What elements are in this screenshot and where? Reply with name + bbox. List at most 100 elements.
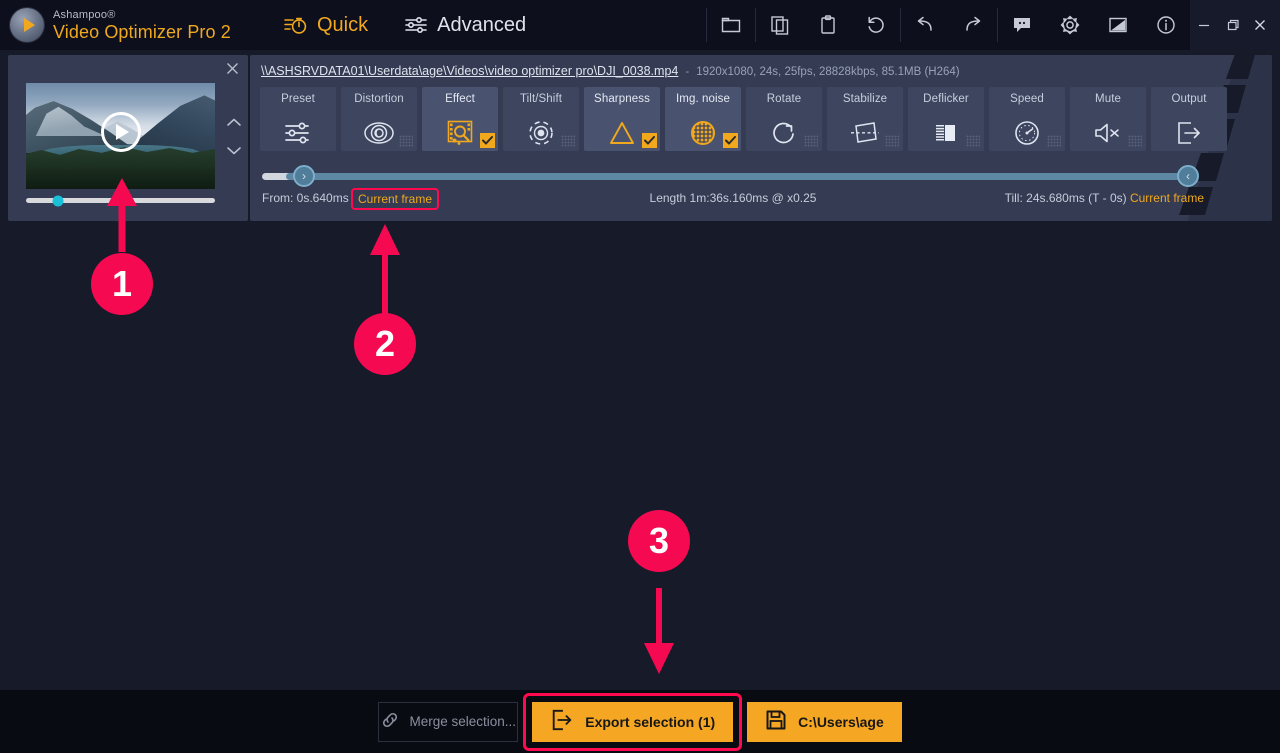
tool-options-dots [399,135,413,147]
tool-sharpness[interactable]: Sharpness [584,87,660,151]
theme-icon [1108,16,1128,34]
copy-icon [770,15,790,35]
tool-label: Effect [445,93,475,105]
play-button[interactable] [100,111,141,152]
tool-enabled-checkbox[interactable] [480,133,495,148]
tool-effect[interactable]: Effect [422,87,498,151]
export-selection-button[interactable]: Export selection (1) [532,701,734,742]
output-folder-label: C:\Users\age [798,713,884,730]
from-current-frame-button[interactable]: Current frame [351,188,440,210]
timeline-track[interactable] [286,173,1180,180]
chevron-down-icon[interactable] [226,143,242,161]
tool-output[interactable]: Output [1151,87,1227,151]
tool-speed[interactable]: Speed [989,87,1065,151]
rotate-icon [767,118,801,148]
clipboard-icon [818,15,838,35]
till-current-frame-button[interactable]: Current frame [1130,191,1204,205]
tool-label: Tilt/Shift [519,93,563,105]
tool-preset[interactable]: Preset [260,87,336,151]
trim-timeline[interactable]: › ‹ [262,165,1204,187]
annotation-number: 1 [111,263,133,304]
seek-knob[interactable] [52,195,64,206]
tool-tilt-shift[interactable]: Tilt/Shift [503,87,579,151]
open-folder-button[interactable] [707,0,755,50]
annotation-number: 2 [374,323,396,364]
tool-distortion[interactable]: Distortion [341,87,417,151]
mute-icon [1091,118,1125,148]
minimize-button[interactable] [1190,0,1218,50]
open-folder-icon [721,16,741,34]
tab-quick-label: Quick [317,13,369,36]
tool-options-dots [1128,135,1142,147]
tool-img-noise[interactable]: Img. noise [665,87,741,151]
close-button[interactable] [1246,0,1274,50]
theme-button[interactable] [1094,0,1142,50]
tool-label: Output [1171,93,1207,105]
tab-advanced[interactable]: Advanced [390,0,540,50]
annotation-badge-1: 1 [91,253,153,315]
titlebar-tool-group-file [706,0,901,50]
clip-nav [226,115,242,161]
brand-product: Video Optimizer Pro 2 [53,21,231,42]
close-clip-button[interactable] [220,57,244,79]
info-button[interactable] [1142,0,1190,50]
link-icon [380,710,400,733]
video-thumbnail[interactable] [26,83,215,189]
annotation-arrow-1 [107,178,137,252]
speedometer-icon [1010,118,1044,148]
merge-selection-button[interactable]: Merge selection... [378,701,519,742]
annotation-badge-3: 3 [628,510,690,572]
deflicker-icon [929,118,963,148]
sliders-icon [404,15,428,35]
triangle-icon [605,118,639,148]
feedback-icon [1012,16,1032,34]
settings-button[interactable] [1046,0,1094,50]
titlebar-tool-group-history [901,0,998,50]
feedback-button[interactable] [998,0,1046,50]
tool-enabled-checkbox[interactable] [723,133,738,148]
titlebar-tool-group-app [998,0,1190,50]
tool-stabilize[interactable]: Stabilize [827,87,903,151]
export-button-wrapper: Export selection (1) [523,692,743,751]
output-folder-button[interactable]: C:\Users\age [747,701,902,742]
focus-dot-icon [524,118,558,148]
timeline-end-handle[interactable]: ‹ [1177,165,1199,187]
tool-mute[interactable]: Mute [1070,87,1146,151]
tab-quick[interactable]: Quick [270,0,382,50]
annotation-arrow-3 [644,588,674,674]
file-path-link[interactable]: \\ASHSRVDATA01\Userdata\age\Videos\video… [261,64,678,78]
floppy-disk-icon [765,709,787,734]
tab-advanced-label: Advanced [437,13,527,36]
undo-icon [914,16,936,34]
export-icon [1172,118,1206,148]
maximize-button[interactable] [1218,0,1246,50]
tool-label: Speed [1010,93,1044,105]
window-controls [1190,0,1280,50]
lens-eye-icon [362,118,396,148]
tool-deflicker[interactable]: Deflicker [908,87,984,151]
timeline-length-label: Length 1m:36s.160ms @ x0.25 [649,191,817,205]
copy-button[interactable] [756,0,804,50]
timeline-start-handle[interactable]: › [293,165,315,187]
chevron-up-icon[interactable] [226,115,242,133]
paste-button[interactable] [804,0,852,50]
clip-editor-panel: \\ASHSRVDATA01\Userdata\age\Videos\video… [250,55,1272,221]
tool-label: Sharpness [594,93,650,105]
tool-label: Img. noise [675,93,731,105]
tool-enabled-checkbox[interactable] [642,133,657,148]
tool-label: Rotate [766,93,802,105]
redo-button[interactable] [949,0,997,50]
app-logo-icon [10,8,44,42]
bottom-action-bar: Merge selection... Export selection (1) … [0,690,1280,753]
settings-gear-icon [1060,15,1080,35]
tool-options-dots [966,135,980,147]
timeline-till-label: Till: 24s.680ms (T - 0s) [1004,191,1127,205]
merge-selection-label: Merge selection... [409,714,517,729]
stopwatch-icon [284,15,308,35]
annotation-number: 3 [648,520,670,561]
tool-rotate[interactable]: Rotate [746,87,822,151]
undo-button[interactable] [901,0,949,50]
export-selection-label: Export selection (1) [585,713,716,730]
reset-button[interactable] [852,0,900,50]
tool-label: Preset [281,93,315,105]
